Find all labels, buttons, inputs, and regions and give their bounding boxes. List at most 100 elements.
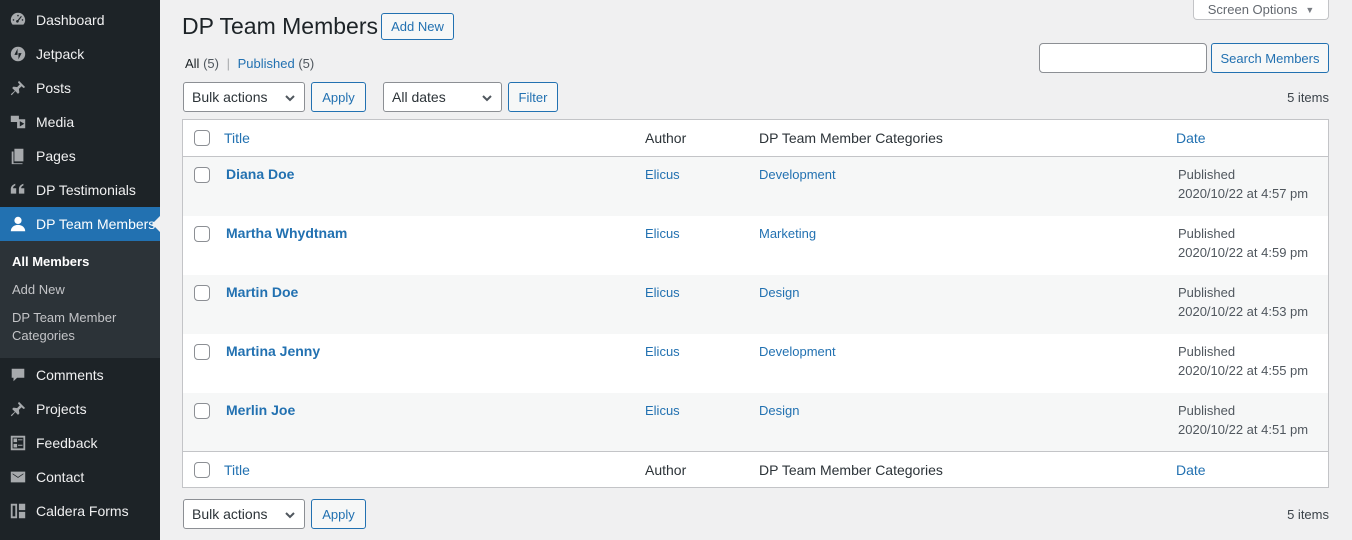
row-category-link[interactable]: Design	[759, 283, 799, 302]
row-category-link[interactable]: Development	[759, 165, 836, 184]
media-icon	[0, 105, 36, 139]
screen-options-label: Screen Options	[1207, 2, 1298, 17]
apply-button-bottom[interactable]: Apply	[311, 499, 366, 529]
pin-icon	[0, 71, 36, 105]
items-count-bottom: 5 items	[1287, 507, 1329, 522]
column-date-footer[interactable]: Date	[1176, 461, 1206, 480]
row-title-link[interactable]: Martina Jenny	[226, 342, 320, 361]
sidebar-item-label: DP Testimonials	[36, 182, 136, 198]
quote-icon	[0, 173, 36, 207]
screen-options-button[interactable]: Screen Options ▼	[1193, 0, 1329, 20]
bulk-actions-select-bottom[interactable]: Bulk actions	[183, 499, 305, 529]
admin-sidebar: Dashboard Jetpack Posts Media Pages DP T…	[0, 0, 160, 540]
sidebar-item-projects[interactable]: Projects	[0, 392, 160, 426]
view-published-link[interactable]: Published	[238, 56, 295, 71]
row-author-link[interactable]: Elicus	[645, 165, 680, 184]
sidebar-item-caldera-forms[interactable]: Caldera Forms	[0, 494, 160, 528]
row-checkbox[interactable]	[194, 226, 210, 242]
view-separator: |	[226, 56, 230, 71]
select-all-checkbox[interactable]	[194, 462, 210, 478]
row-title-link[interactable]: Diana Doe	[226, 165, 294, 184]
items-count: 5 items	[1287, 90, 1329, 105]
column-title-header[interactable]: Title	[224, 129, 250, 148]
sidebar-item-label: Posts	[36, 80, 72, 96]
sidebar-item-label: DP Team Members	[36, 216, 156, 232]
apply-button[interactable]: Apply	[311, 82, 366, 112]
row-category-link[interactable]: Marketing	[759, 224, 816, 243]
sidebar-item-comments[interactable]: Comments	[0, 358, 160, 392]
row-title-link[interactable]: Merlin Joe	[226, 401, 295, 420]
row-status: Published	[1178, 403, 1236, 418]
row-date: 2020/10/22 at 4:57 pm	[1178, 186, 1309, 201]
pages-icon	[0, 139, 36, 173]
sidebar-item-label: Projects	[36, 401, 87, 417]
sidebar-item-dp-team-members[interactable]: DP Team Members	[0, 207, 160, 241]
view-all-link[interactable]: All	[185, 56, 199, 71]
row-status: Published	[1178, 285, 1236, 300]
caret-down-icon: ▼	[1305, 4, 1315, 15]
submenu-categories-line-1[interactable]: DP Team Member	[12, 309, 116, 327]
row-date: 2020/10/22 at 4:53 pm	[1178, 304, 1309, 319]
row-date: 2020/10/22 at 4:51 pm	[1178, 422, 1309, 437]
submenu-categories-line-2[interactable]: Categories	[12, 327, 75, 345]
user-icon	[0, 207, 36, 241]
filter-button[interactable]: Filter	[508, 82, 558, 112]
row-title-link[interactable]: Martin Doe	[226, 283, 298, 302]
sidebar-item-contact[interactable]: Contact	[0, 460, 160, 494]
search-members-button[interactable]: Search Members	[1211, 43, 1329, 73]
row-author-link[interactable]: Elicus	[645, 224, 680, 243]
sidebar-item-pages[interactable]: Pages	[0, 139, 160, 173]
chevron-down-icon	[481, 91, 493, 103]
submenu-add-new[interactable]: Add New	[12, 281, 65, 299]
chevron-down-icon	[284, 508, 296, 520]
row-author-link[interactable]: Elicus	[645, 342, 680, 361]
sidebar-item-label: Media	[36, 114, 75, 130]
view-all-count: (5)	[203, 56, 219, 71]
search-input[interactable]	[1039, 43, 1207, 73]
row-date: 2020/10/22 at 4:55 pm	[1178, 363, 1309, 378]
row-author-link[interactable]: Elicus	[645, 283, 680, 302]
table-header-row: Title Author DP Team Member Categories D…	[183, 120, 1328, 156]
sidebar-item-media[interactable]: Media	[0, 105, 160, 139]
table-row: Merlin Joe Elicus Design Published 2020/…	[183, 393, 1328, 451]
column-date-header[interactable]: Date	[1176, 129, 1206, 148]
chevron-down-icon	[284, 91, 296, 103]
date-filter-select[interactable]: All dates	[383, 82, 502, 112]
pin-icon	[0, 392, 36, 426]
sidebar-item-feedback[interactable]: Feedback	[0, 426, 160, 460]
row-category-link[interactable]: Design	[759, 401, 799, 420]
dashboard-icon	[0, 3, 36, 37]
sidebar-item-dashboard[interactable]: Dashboard	[0, 3, 160, 37]
row-checkbox[interactable]	[194, 344, 210, 360]
jetpack-icon	[0, 37, 36, 71]
table-row: Martha Whydtnam Elicus Marketing Publish…	[183, 216, 1328, 275]
caldera-icon	[0, 494, 36, 528]
submenu-all-members[interactable]: All Members	[12, 253, 89, 271]
row-category-link[interactable]: Development	[759, 342, 836, 361]
bulk-actions-value: Bulk actions	[192, 89, 268, 105]
bulk-actions-value: Bulk actions	[192, 506, 268, 522]
row-checkbox[interactable]	[194, 403, 210, 419]
select-all-checkbox[interactable]	[194, 130, 210, 146]
add-new-button[interactable]: Add New	[381, 13, 454, 40]
column-title-footer[interactable]: Title	[224, 461, 250, 480]
bulk-actions-select[interactable]: Bulk actions	[183, 82, 305, 112]
row-status: Published	[1178, 167, 1236, 182]
row-date: 2020/10/22 at 4:59 pm	[1178, 245, 1309, 260]
sidebar-item-dp-testimonials[interactable]: DP Testimonials	[0, 173, 160, 207]
table-row: Martina Jenny Elicus Development Publish…	[183, 334, 1328, 393]
sidebar-item-label: Feedback	[36, 435, 98, 451]
sidebar-item-label: Pages	[36, 148, 76, 164]
sidebar-item-posts[interactable]: Posts	[0, 71, 160, 105]
row-author-link[interactable]: Elicus	[645, 401, 680, 420]
page-title: DP Team Members	[182, 13, 378, 39]
row-status: Published	[1178, 226, 1236, 241]
sidebar-item-label: Jetpack	[36, 46, 85, 62]
row-checkbox[interactable]	[194, 285, 210, 301]
column-author-header: Author	[645, 130, 687, 146]
row-checkbox[interactable]	[194, 167, 210, 183]
sidebar-item-jetpack[interactable]: Jetpack	[0, 37, 160, 71]
table-row: Martin Doe Elicus Design Published 2020/…	[183, 275, 1328, 334]
row-title-link[interactable]: Martha Whydtnam	[226, 224, 347, 243]
sidebar-item-label: Comments	[36, 367, 104, 383]
